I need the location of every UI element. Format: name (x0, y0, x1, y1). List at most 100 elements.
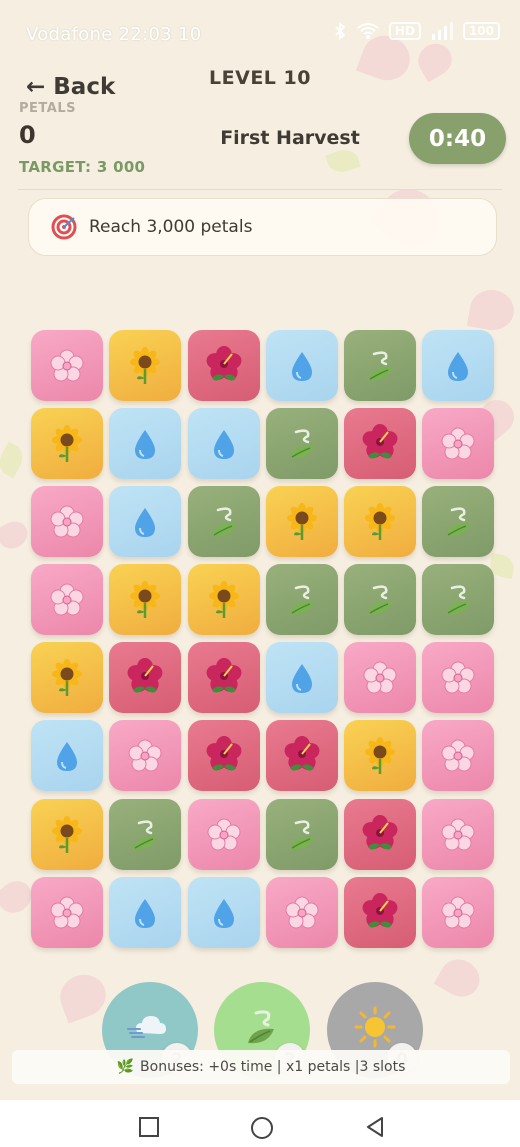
tile-water[interactable] (266, 330, 338, 401)
timer-badge: 0:40 (409, 113, 506, 164)
wind-cloud-icon (127, 1016, 166, 1038)
leaf-swirl-icon (248, 1010, 274, 1044)
leaf-icon (290, 584, 314, 614)
sunflower-icon (365, 736, 395, 774)
tile-leaf[interactable] (188, 486, 260, 557)
goal-banner: Reach 3,000 petals (28, 198, 497, 256)
petals-label: PETALS (19, 101, 76, 116)
tile-leaf[interactable] (422, 564, 494, 635)
blossom-icon (50, 583, 84, 615)
tile-sunflower[interactable] (344, 486, 416, 557)
tile-sunflower[interactable] (109, 330, 181, 401)
tile-water[interactable] (422, 330, 494, 401)
petals-score: 0 (19, 121, 36, 149)
tile-blossom[interactable] (31, 564, 103, 635)
tile-leaf[interactable] (266, 564, 338, 635)
target-icon (51, 214, 77, 240)
blossom-icon (441, 427, 475, 459)
tile-sunflower[interactable] (31, 799, 103, 870)
tile-blossom[interactable] (266, 877, 338, 948)
blossom-icon (285, 896, 319, 928)
blossom-icon (50, 896, 84, 928)
blossom-icon (441, 818, 475, 850)
leaf-icon (368, 584, 392, 614)
hibiscus-icon (127, 657, 163, 693)
hibiscus-icon (362, 892, 398, 928)
tile-hibiscus[interactable] (344, 408, 416, 479)
tile-hibiscus[interactable] (188, 642, 260, 713)
blossom-icon (441, 739, 475, 771)
tile-hibiscus[interactable] (266, 720, 338, 791)
water-icon (135, 898, 155, 928)
tile-water[interactable] (109, 408, 181, 479)
tile-leaf[interactable] (344, 330, 416, 401)
sunflower-icon (365, 502, 395, 540)
nav-back-icon[interactable] (364, 1116, 386, 1138)
hibiscus-icon (206, 735, 242, 771)
tile-water[interactable] (109, 486, 181, 557)
home-icon[interactable] (250, 1116, 274, 1140)
tile-hibiscus[interactable] (109, 642, 181, 713)
tile-water[interactable] (188, 877, 260, 948)
tile-blossom[interactable] (344, 642, 416, 713)
header-divider (18, 189, 502, 190)
herb-icon: 🌿 (116, 1059, 135, 1075)
tile-blossom[interactable] (422, 720, 494, 791)
tile-sunflower[interactable] (31, 408, 103, 479)
bluetooth-icon (335, 22, 346, 40)
water-icon (214, 429, 234, 459)
tile-sunflower[interactable] (344, 720, 416, 791)
tile-blossom[interactable] (422, 408, 494, 479)
tile-water[interactable] (188, 408, 260, 479)
bonus-bar: 🌿 Bonuses: +0s time | x1 petals |3 slots (12, 1050, 510, 1084)
leaf-icon (212, 506, 236, 536)
tile-blossom[interactable] (422, 877, 494, 948)
tile-blossom[interactable] (422, 642, 494, 713)
leaf-icon (290, 428, 314, 458)
water-icon (292, 663, 312, 693)
sunflower-icon (52, 815, 82, 853)
status-bar: Vodafone 22:03 10 HD 100 (0, 0, 520, 70)
tile-blossom[interactable] (31, 330, 103, 401)
battery-icon: 100 (462, 22, 500, 40)
tile-blossom[interactable] (31, 486, 103, 557)
tile-hibiscus[interactable] (344, 799, 416, 870)
hibiscus-icon (206, 657, 242, 693)
leaf-icon (446, 506, 470, 536)
tile-sunflower[interactable] (266, 486, 338, 557)
tile-leaf[interactable] (109, 799, 181, 870)
tile-sunflower[interactable] (31, 642, 103, 713)
hibiscus-icon (206, 345, 242, 381)
tile-water[interactable] (109, 877, 181, 948)
tile-blossom[interactable] (188, 799, 260, 870)
sunflower-icon (52, 424, 82, 462)
tile-blossom[interactable] (31, 877, 103, 948)
blossom-icon (207, 818, 241, 850)
blossom-icon (363, 661, 397, 693)
tile-leaf[interactable] (344, 564, 416, 635)
water-icon (57, 741, 77, 771)
tile-hibiscus[interactable] (344, 877, 416, 948)
recent-apps-icon[interactable] (138, 1116, 160, 1138)
water-icon (135, 429, 155, 459)
battery-level: 100 (468, 24, 494, 38)
tile-blossom[interactable] (422, 799, 494, 870)
tile-leaf[interactable] (266, 799, 338, 870)
goal-text: Reach 3,000 petals (89, 217, 253, 237)
tile-sunflower[interactable] (109, 564, 181, 635)
sunflower-icon (287, 502, 317, 540)
status-carrier-time: Vodafone 22:03 10 (26, 24, 202, 45)
target-score: TARGET: 3 000 (19, 158, 146, 176)
wifi-icon (357, 23, 379, 39)
tile-leaf[interactable] (266, 408, 338, 479)
tile-leaf[interactable] (422, 486, 494, 557)
sunflower-icon (52, 658, 82, 696)
tile-hibiscus[interactable] (188, 330, 260, 401)
tile-water[interactable] (266, 642, 338, 713)
tile-hibiscus[interactable] (188, 720, 260, 791)
tile-sunflower[interactable] (188, 564, 260, 635)
tile-water[interactable] (31, 720, 103, 791)
water-icon (135, 507, 155, 537)
tile-blossom[interactable] (109, 720, 181, 791)
level-title: LEVEL 10 (209, 67, 311, 89)
